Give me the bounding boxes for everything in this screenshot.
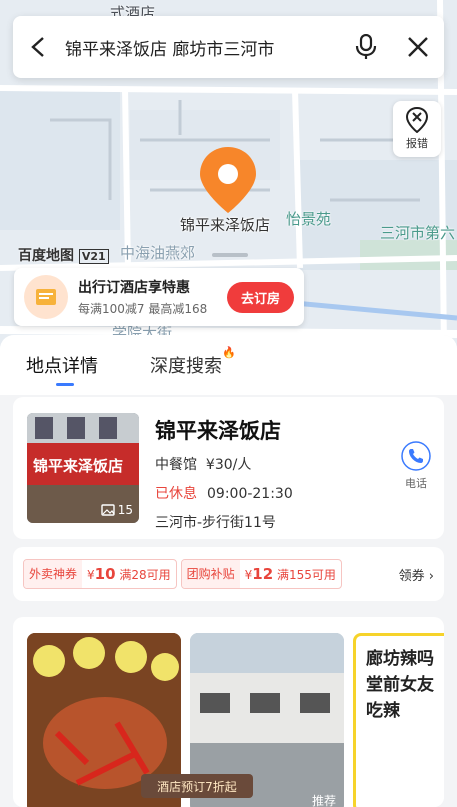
tab-bar: 地点详情 深度搜索 🔥: [0, 335, 457, 395]
place-name: 锦平来泽饭店: [155, 419, 281, 443]
recommendation-gallery: 推荐 酒店预订7折起 廊坊辣吗 堂前女友 吃辣: [13, 617, 444, 807]
map-label-yijingyuan: 怡景苑: [286, 210, 332, 228]
hotel-promo-banner[interactable]: 出行订酒店享特惠 每满100减7 最高减168 去订房: [14, 268, 304, 326]
back-arrow-icon: [31, 37, 44, 57]
promo-title: 出行订酒店享特惠: [78, 280, 190, 296]
place-card[interactable]: 锦平来泽饭店 15 锦平来泽饭店 中餐馆 ¥30/人 已休息 09:00-21:3…: [13, 397, 444, 539]
baidu-map-logo: 百度地图 V21: [18, 245, 109, 265]
place-address[interactable]: 三河市-步行街11号: [155, 512, 293, 532]
place-photo[interactable]: 锦平来泽饭店 15: [27, 413, 139, 523]
back-button[interactable]: [13, 16, 65, 78]
ad-card[interactable]: 廊坊辣吗 堂前女友 吃辣: [353, 633, 444, 807]
image-icon: [101, 504, 115, 516]
phone-icon: [401, 441, 431, 471]
get-coupons-link[interactable]: 领券 ›: [399, 565, 434, 584]
photo-count: 15: [101, 503, 133, 517]
ad-text: 廊坊辣吗 堂前女友 吃辣: [366, 649, 434, 721]
fire-icon: 🔥: [222, 346, 236, 359]
close-icon: [408, 37, 428, 57]
status-badge: 已休息: [155, 486, 197, 502]
svg-text:锦平来泽饭店: 锦平来泽饭店: [33, 457, 123, 475]
microphone-icon: [355, 34, 377, 59]
place-category-price: 中餐馆 ¥30/人: [155, 457, 252, 473]
place-hours: 已休息 09:00-21:30: [155, 486, 293, 502]
report-label: 报错: [406, 137, 428, 150]
tab-place-details[interactable]: 地点详情: [26, 352, 98, 386]
map-poi-name[interactable]: 锦平来泽饭店: [180, 214, 270, 235]
search-query[interactable]: 锦平来泽饭店 廊坊市三河市: [65, 35, 340, 60]
coupon-delivery[interactable]: 外卖神券 ¥10 满28可用: [23, 559, 177, 589]
detail-panel: 地点详情 深度搜索 🔥 锦平来泽饭店 15 锦平来泽饭店 中餐馆 ¥30/人 已…: [0, 335, 457, 807]
map-label-sanhe: 三河市第六: [380, 224, 456, 242]
coupon-strip: 外卖神券 ¥10 满28可用 团购补贴 ¥12 满155可用 领券 ›: [13, 547, 444, 601]
coupon-group-buy[interactable]: 团购补贴 ¥12 满155可用: [180, 559, 342, 589]
tab-deep-search[interactable]: 深度搜索 🔥: [150, 346, 236, 378]
map-drag-handle[interactable]: [212, 253, 248, 257]
report-pin-icon: [406, 107, 428, 133]
phone-button[interactable]: 电话: [401, 441, 431, 491]
promo-subtitle: 每满100减7 最高减168: [78, 302, 208, 316]
phone-label: 电话: [405, 477, 427, 490]
search-bar[interactable]: 锦平来泽饭店 廊坊市三河市: [13, 16, 444, 78]
map-label-cnooc: 中海油燕郊: [120, 244, 196, 262]
coupon-icon: [24, 275, 68, 319]
book-hotel-button[interactable]: 去订房: [226, 281, 294, 313]
close-button[interactable]: [392, 16, 444, 78]
report-error-button[interactable]: 报错: [393, 101, 441, 157]
voice-search-button[interactable]: [340, 16, 392, 78]
hotel-discount-banner[interactable]: 酒店预订7折起: [141, 774, 253, 798]
